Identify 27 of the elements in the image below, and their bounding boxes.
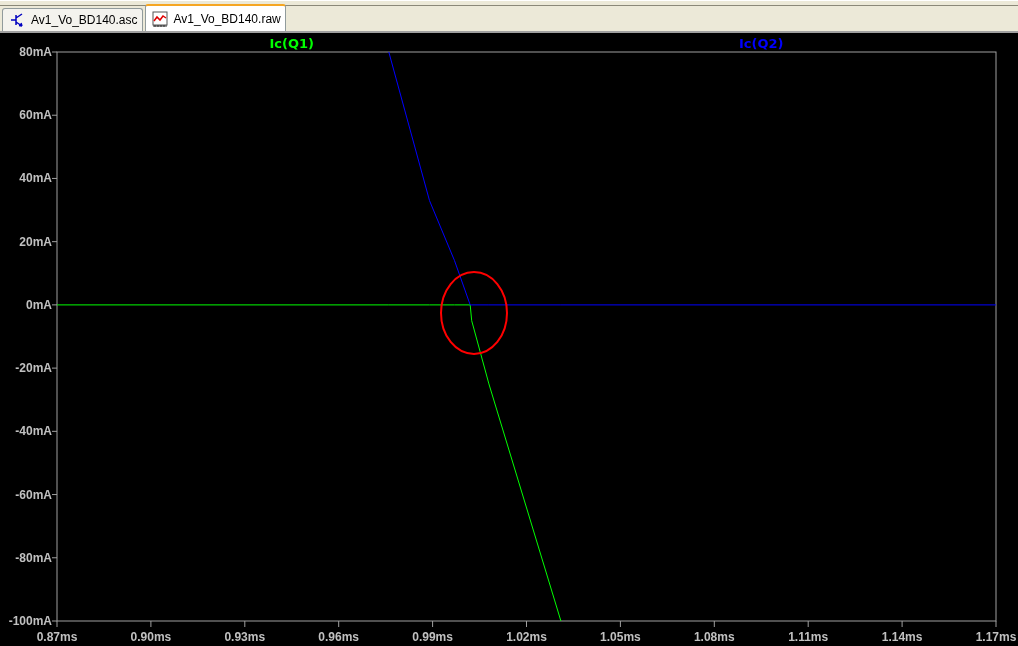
x-tick-label: 0.93ms <box>224 630 266 644</box>
x-tick-label: 1.02ms <box>506 630 547 644</box>
waveform-icon <box>151 10 168 27</box>
y-tick-label: 80mA <box>19 45 52 59</box>
transistor-icon <box>9 12 25 28</box>
y-tick-label: -80mA <box>15 550 52 565</box>
x-tick-label: 1.17ms <box>975 630 1017 644</box>
x-tick-label: 0.87ms <box>36 630 78 644</box>
file-tab[interactable]: Av1_Vo_BD140.raw <box>144 4 286 31</box>
trace-label: Ic(Q1) <box>269 36 314 51</box>
x-tick-label: 1.14ms <box>881 630 923 644</box>
x-tick-label: 0.99ms <box>412 630 453 644</box>
x-tick-label: 1.05ms <box>600 630 641 644</box>
x-tick-label: 1.11ms <box>788 630 829 644</box>
y-tick-label: 60mA <box>19 108 52 123</box>
y-tick-label: 0mA <box>26 297 52 312</box>
x-tick-label: 0.90ms <box>130 630 172 644</box>
y-tick-label: 40mA <box>19 171 52 186</box>
y-tick-label: 20mA <box>19 234 52 249</box>
file-tab[interactable]: Av1_Vo_BD140.asc <box>2 8 143 31</box>
trace-label: Ic(Q2) <box>739 36 784 51</box>
x-tick-label: 0.96ms <box>318 630 360 644</box>
x-tick-label: 1.08ms <box>693 630 735 644</box>
y-tick-label: -20mA <box>15 361 52 376</box>
y-tick-label: -100mA <box>8 614 52 628</box>
y-tick-label: -60mA <box>15 487 52 502</box>
y-tick-label: -40mA <box>15 424 52 439</box>
